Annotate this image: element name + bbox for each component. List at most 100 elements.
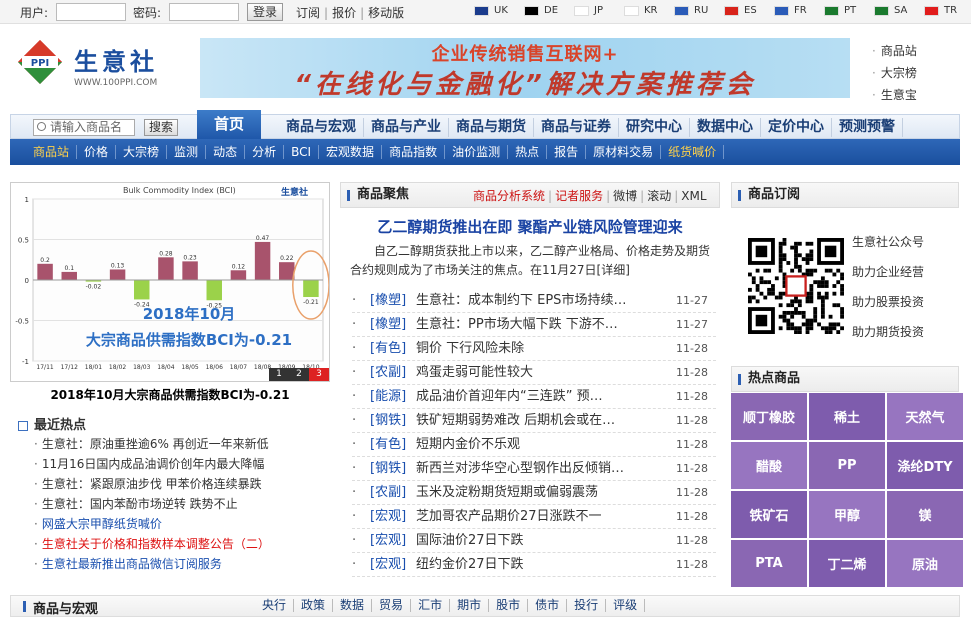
sub-nav-item[interactable]: 原材料交易: [586, 145, 662, 159]
bottom-link[interactable]: 股市: [489, 599, 529, 612]
hot-goods-tile[interactable]: 甲醇: [809, 491, 885, 538]
news-item[interactable]: [橡塑] 生意社：成本制约下 EPS市场持续… 11-27: [352, 289, 716, 313]
chart-caption[interactable]: 2018年10月大宗商品供需指数BCI为-0.21: [10, 386, 330, 403]
news-title[interactable]: 芝加哥农产品期价27日涨跌不一: [416, 505, 642, 529]
hot-goods-tile[interactable]: PP: [809, 442, 885, 489]
nav-tab[interactable]: 定价中心: [761, 118, 832, 137]
hot-goods-tile[interactable]: 涤纶DTY: [887, 442, 963, 489]
news-title[interactable]: 国际油价27日下跌: [416, 529, 642, 553]
news-tag[interactable]: [农副]: [370, 361, 406, 385]
quick-link-ranking[interactable]: 大宗榜: [872, 64, 962, 81]
lang-fr[interactable]: FR: [774, 5, 824, 16]
news-item[interactable]: [钢铁] 铁矿短期弱势难改 后期机会或在… 11-28: [352, 409, 716, 433]
news-tag[interactable]: [橡塑]: [370, 289, 406, 313]
sub-nav-item[interactable]: 热点: [508, 145, 548, 159]
news-item[interactable]: [宏观] 芝加哥农产品期价27日涨跌不一 11-28: [352, 505, 716, 529]
lang-uk[interactable]: UK: [474, 5, 524, 16]
login-button[interactable]: 登录: [247, 3, 283, 21]
news-title[interactable]: 生意社：PP市场大幅下跌 下游不…: [416, 313, 642, 337]
news-tag[interactable]: [有色]: [370, 433, 406, 457]
hot-goods-tile[interactable]: 镁: [887, 491, 963, 538]
sub-nav-item[interactable]: BCI: [284, 145, 320, 159]
chart-page-1[interactable]: 1: [269, 368, 289, 381]
news-title[interactable]: 生意社：成本制约下 EPS市场持续…: [416, 289, 642, 313]
bottom-link[interactable]: 数据: [333, 599, 373, 612]
sub-nav-item[interactable]: 动态: [206, 145, 246, 159]
sub-nav-item[interactable]: 宏观数据: [319, 145, 383, 159]
site-logo[interactable]: PPI 生意社 WWW.100PPI.COM: [18, 40, 178, 92]
lang-jp[interactable]: JP: [574, 5, 624, 16]
password-input[interactable]: [169, 3, 239, 21]
lang-de[interactable]: DE: [524, 5, 574, 16]
news-tag[interactable]: [宏观]: [370, 553, 406, 577]
hot-topic-item[interactable]: 生意社关于价格和指数样本调整公告（二）: [34, 534, 330, 554]
sub-nav-item[interactable]: 大宗榜: [116, 145, 168, 159]
subscribe-link[interactable]: 订阅: [296, 6, 320, 20]
chart-page-3[interactable]: 3: [309, 368, 329, 381]
news-title[interactable]: 玉米及淀粉期货短期或偏弱震荡: [416, 481, 642, 505]
news-tag[interactable]: [宏观]: [370, 529, 406, 553]
news-tag[interactable]: [有色]: [370, 337, 406, 361]
news-tag[interactable]: [钢铁]: [370, 409, 406, 433]
news-item[interactable]: [能源] 成品油价首迎年内“三连跌” 预… 11-28: [352, 385, 716, 409]
sub-nav-item[interactable]: 纸货喊价: [661, 145, 725, 159]
news-item[interactable]: [有色] 铜价 下行风险未除 11-28: [352, 337, 716, 361]
analysis-system-link[interactable]: 商品分析系统: [473, 189, 545, 203]
news-title[interactable]: 短期内金价不乐观: [416, 433, 642, 457]
hot-topic-item[interactable]: 生意社最新推出商品微信订阅服务: [34, 554, 330, 574]
lang-kr[interactable]: KR: [624, 5, 674, 16]
bottom-link[interactable]: 债市: [528, 599, 568, 612]
lang-pt[interactable]: PT: [824, 5, 874, 16]
promo-banner[interactable]: 企业传统销售互联网+ “在线化与金融化”解决方案推荐会: [200, 38, 850, 98]
mobile-link[interactable]: 移动版: [368, 6, 404, 20]
news-tag[interactable]: [农副]: [370, 481, 406, 505]
news-tag[interactable]: [钢铁]: [370, 457, 406, 481]
username-input[interactable]: [56, 3, 126, 21]
hot-goods-tile[interactable]: 铁矿石: [731, 491, 807, 538]
quick-link-shengyibao[interactable]: 生意宝: [872, 86, 962, 103]
hot-topic-item[interactable]: 生意社：国内苯酚市场逆转 跌势不止: [34, 494, 330, 514]
hot-goods-tile[interactable]: PTA: [731, 540, 807, 587]
hot-topic-item[interactable]: 网盛大宗甲醇纸货喊价: [34, 514, 330, 534]
bottom-link[interactable]: 投行: [567, 599, 607, 612]
lang-tr[interactable]: TR: [924, 5, 971, 16]
hot-topic-item[interactable]: 11月16日国内成品油调价创年内最大降幅: [34, 454, 330, 474]
nav-home-tab[interactable]: 首页: [197, 110, 261, 140]
hot-topic-item[interactable]: 生意社：紧跟原油步伐 甲苯价格连续暴跌: [34, 474, 330, 494]
search-button[interactable]: 搜索: [144, 119, 178, 136]
hot-goods-tile[interactable]: 醋酸: [731, 442, 807, 489]
nav-tab[interactable]: 商品与期货: [449, 118, 534, 137]
weibo-link[interactable]: 微博: [613, 189, 637, 203]
news-title[interactable]: 纽约金价27日下跌: [416, 553, 642, 577]
bottom-link[interactable]: 政策: [294, 599, 334, 612]
nav-tab[interactable]: 商品与产业: [364, 118, 449, 137]
hot-goods-tile[interactable]: 天然气: [887, 393, 963, 440]
news-title[interactable]: 新西兰对涉华空心型钢作出反倾销…: [416, 457, 642, 481]
chart-page-2[interactable]: 2: [289, 368, 309, 381]
quick-link-goods[interactable]: 商品站: [872, 42, 962, 59]
nav-tab[interactable]: 商品与证券: [534, 118, 619, 137]
nav-tab[interactable]: 数据中心: [690, 118, 761, 137]
lang-es[interactable]: ES: [724, 5, 774, 16]
hot-topic-item[interactable]: 生意社：原油重挫逾6% 再创近一年来新低: [34, 434, 330, 454]
search-input[interactable]: 请输入商品名: [33, 119, 135, 136]
bottom-link[interactable]: 期市: [450, 599, 490, 612]
bottom-link[interactable]: 汇市: [411, 599, 451, 612]
news-title[interactable]: 成品油价首迎年内“三连跌” 预…: [416, 385, 642, 409]
bci-chart-panel[interactable]: Bulk Commodity Index (BCI) 生意社 1 0.5 0 -0.5…: [10, 182, 330, 382]
nav-tab[interactable]: 商品与宏观: [279, 118, 364, 137]
news-item[interactable]: [宏观] 国际油价27日下跌 11-28: [352, 529, 716, 553]
bottom-link[interactable]: 央行: [255, 599, 295, 612]
news-tag[interactable]: [橡塑]: [370, 313, 406, 337]
news-item[interactable]: [橡塑] 生意社：PP市场大幅下跌 下游不… 11-27: [352, 313, 716, 337]
nav-tab[interactable]: 研究中心: [619, 118, 690, 137]
news-item[interactable]: [农副] 鸡蛋走弱可能性较大 11-28: [352, 361, 716, 385]
news-tag[interactable]: [宏观]: [370, 505, 406, 529]
news-item[interactable]: [宏观] 纽约金价27日下跌 11-28: [352, 553, 716, 577]
sub-nav-item[interactable]: 价格: [77, 145, 117, 159]
focus-headline[interactable]: 乙二醇期货推出在即 聚酯产业链风险管理迎来: [340, 216, 720, 237]
sub-nav-item[interactable]: 油价监测: [445, 145, 509, 159]
sub-nav-item[interactable]: 商品指数: [382, 145, 446, 159]
sub-nav-item[interactable]: 分析: [245, 145, 285, 159]
sub-nav-item[interactable]: 报告: [547, 145, 587, 159]
